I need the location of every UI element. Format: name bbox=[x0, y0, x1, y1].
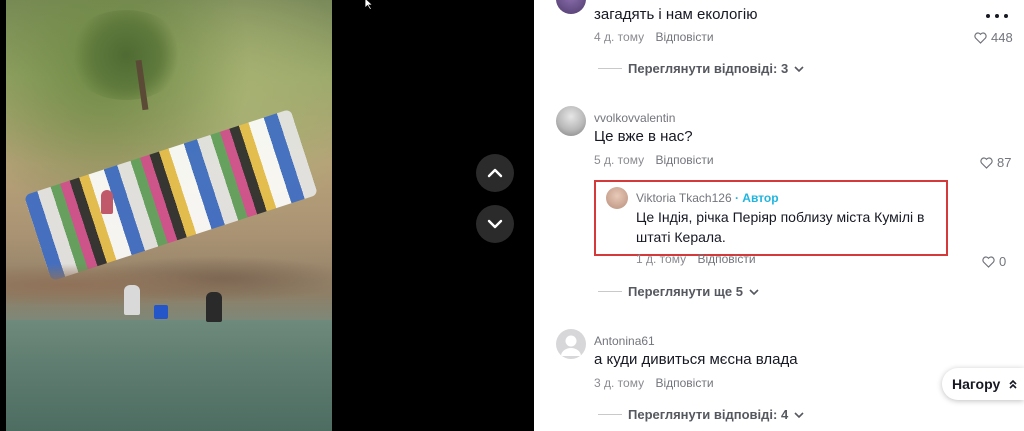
video-bucket bbox=[154, 305, 168, 319]
default-avatar-icon bbox=[561, 335, 581, 356]
like-button[interactable]: 448 bbox=[974, 30, 1013, 45]
video-person bbox=[124, 285, 140, 315]
comment-meta: 4 д. тому Відповісти bbox=[594, 30, 714, 44]
more-dots-icon bbox=[995, 14, 999, 18]
video-rocks bbox=[6, 255, 332, 315]
view-replies-label: Переглянути відповіді: 3 bbox=[628, 61, 789, 76]
comment-item: загадять і нам екологію 4 д. тому Відпов… bbox=[556, 0, 1024, 90]
view-more-label: Переглянути ще 5 bbox=[628, 284, 743, 299]
more-dots-icon bbox=[1004, 14, 1008, 18]
heart-icon bbox=[982, 255, 995, 268]
video-water bbox=[6, 320, 332, 431]
reply-text-line-2: штаті Керала. bbox=[636, 229, 726, 245]
comment-text: загадять і нам екологію bbox=[594, 6, 758, 23]
comment-time: 5 д. тому bbox=[594, 153, 645, 167]
comment-text: Це вже в нас? bbox=[594, 128, 693, 145]
author-badge: · Автор bbox=[734, 191, 779, 205]
like-button[interactable]: 0 bbox=[982, 254, 1006, 269]
divider-line bbox=[598, 414, 622, 415]
back-to-top-button[interactable]: Нагору bbox=[942, 368, 1024, 400]
avatar[interactable] bbox=[556, 329, 586, 359]
heart-icon bbox=[980, 156, 993, 169]
like-button[interactable]: 87 bbox=[980, 155, 1011, 170]
avatar[interactable] bbox=[606, 187, 628, 209]
more-dots-icon bbox=[986, 14, 990, 18]
reply-button[interactable]: Відповісти bbox=[697, 252, 755, 266]
view-replies-button[interactable]: Переглянути відповіді: 3 bbox=[598, 61, 804, 76]
view-more-replies-button[interactable]: Переглянути ще 5 bbox=[598, 284, 759, 299]
comment-time: 4 д. тому bbox=[594, 30, 645, 44]
reply-text-line-1: Це Індія, річка Періяр поблизу міста Кум… bbox=[636, 209, 925, 225]
video-person bbox=[101, 190, 113, 214]
reply-time: 1 д. тому bbox=[636, 252, 687, 266]
avatar[interactable] bbox=[556, 106, 586, 136]
view-replies-label: Переглянути відповіді: 4 bbox=[628, 407, 789, 422]
double-chevron-up-icon bbox=[1009, 379, 1017, 389]
chevron-up-icon bbox=[487, 168, 503, 178]
video-player[interactable] bbox=[0, 0, 534, 431]
previous-video-button[interactable] bbox=[476, 154, 514, 192]
comment-text: а куди дивиться мєсна влада bbox=[594, 351, 798, 368]
like-count: 87 bbox=[997, 155, 1012, 170]
chevron-down-icon bbox=[487, 219, 503, 229]
like-count: 448 bbox=[991, 30, 1013, 45]
view-replies-button[interactable]: Переглянути відповіді: 4 bbox=[598, 407, 804, 422]
heart-icon bbox=[974, 31, 987, 44]
comment-username[interactable]: Antonina61 bbox=[594, 334, 655, 348]
chevron-down-icon bbox=[749, 288, 759, 295]
video-person bbox=[206, 292, 222, 322]
video-frame[interactable] bbox=[6, 0, 332, 431]
reply-button[interactable]: Відповісти bbox=[655, 30, 713, 44]
video-tree bbox=[66, 10, 186, 100]
divider-line bbox=[598, 68, 622, 69]
comment-time: 3 д. тому bbox=[594, 376, 645, 390]
avatar[interactable] bbox=[556, 0, 586, 14]
like-count: 0 bbox=[999, 254, 1007, 269]
more-options-button[interactable] bbox=[986, 14, 1008, 20]
back-to-top-label: Нагору bbox=[952, 376, 1001, 392]
comments-panel: загадять і нам екологію 4 д. тому Відпов… bbox=[534, 0, 1024, 431]
divider-line bbox=[598, 291, 622, 292]
comment-meta: 5 д. тому Відповісти bbox=[594, 153, 714, 167]
next-video-button[interactable] bbox=[476, 205, 514, 243]
app-root: загадять і нам екологію 4 д. тому Відпов… bbox=[0, 0, 1024, 431]
chevron-down-icon bbox=[794, 411, 804, 418]
reply-button[interactable]: Відповісти bbox=[655, 153, 713, 167]
reply-username-line: Viktoria Tkach126 · Автор bbox=[636, 191, 779, 205]
mouse-cursor-icon bbox=[364, 0, 374, 10]
comment-meta: 3 д. тому Відповісти bbox=[594, 376, 714, 390]
chevron-down-icon bbox=[794, 65, 804, 72]
reply-username[interactable]: Viktoria Tkach126 bbox=[636, 191, 732, 205]
reply-button[interactable]: Відповісти bbox=[655, 376, 713, 390]
reply-meta: 1 д. тому Відповісти bbox=[636, 252, 756, 266]
comment-username[interactable]: vvolkovvalentin bbox=[594, 111, 675, 125]
